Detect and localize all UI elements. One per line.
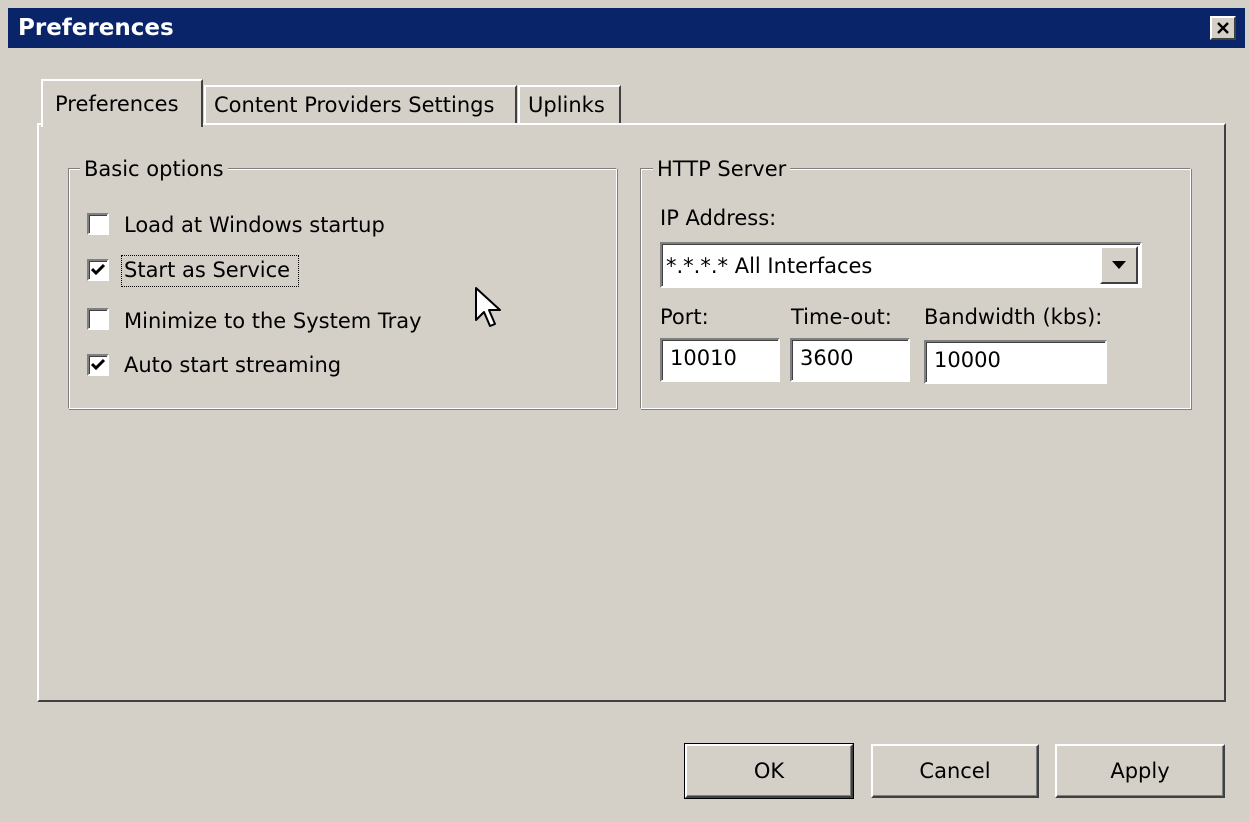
cancel-button[interactable]: Cancel bbox=[871, 744, 1039, 798]
tab-preferences[interactable]: Preferences bbox=[41, 79, 203, 127]
basic-options-legend: Basic options bbox=[80, 157, 228, 181]
bandwidth-label: Bandwidth (kbs): bbox=[924, 305, 1103, 329]
port-label: Port: bbox=[660, 305, 709, 329]
bandwidth-input[interactable]: 10000 bbox=[924, 340, 1107, 384]
http-server-legend: HTTP Server bbox=[653, 157, 791, 181]
mouse-cursor-icon bbox=[474, 286, 504, 337]
ip-address-select[interactable]: *.*.*.* All Interfaces bbox=[660, 242, 1142, 288]
port-value: 10010 bbox=[670, 346, 737, 370]
tab-label: Preferences bbox=[55, 92, 179, 116]
auto-start-streaming-checkbox[interactable] bbox=[87, 354, 109, 376]
chevron-down-icon bbox=[1112, 261, 1126, 269]
cancel-button-label: Cancel bbox=[919, 759, 991, 783]
ok-button[interactable]: OK bbox=[684, 743, 854, 799]
load-at-startup-checkbox[interactable] bbox=[87, 213, 109, 235]
start-as-service-checkbox[interactable] bbox=[87, 259, 109, 281]
close-button[interactable] bbox=[1210, 16, 1236, 40]
apply-button[interactable]: Apply bbox=[1055, 744, 1225, 798]
apply-button-label: Apply bbox=[1110, 759, 1170, 783]
timeout-input[interactable]: 3600 bbox=[790, 338, 910, 382]
tab-uplinks[interactable]: Uplinks bbox=[518, 85, 621, 125]
port-input[interactable]: 10010 bbox=[660, 338, 780, 382]
window-title: Preferences bbox=[18, 15, 174, 41]
title-bar bbox=[8, 8, 1245, 48]
checkmark-icon bbox=[91, 263, 105, 276]
tab-label: Content Providers Settings bbox=[214, 93, 495, 117]
start-as-service-label[interactable]: Start as Service bbox=[124, 258, 290, 282]
tab-label: Uplinks bbox=[528, 93, 605, 117]
ip-address-dropdown-button[interactable] bbox=[1100, 246, 1138, 284]
tab-content-providers-settings[interactable]: Content Providers Settings bbox=[204, 85, 517, 125]
ip-address-value: *.*.*.* All Interfaces bbox=[666, 254, 873, 278]
minimize-to-tray-checkbox[interactable] bbox=[87, 308, 109, 330]
ip-address-label: IP Address: bbox=[660, 206, 777, 230]
load-at-startup-label[interactable]: Load at Windows startup bbox=[124, 213, 385, 237]
bandwidth-value: 10000 bbox=[934, 348, 1001, 372]
checkmark-icon bbox=[91, 358, 105, 371]
timeout-label: Time-out: bbox=[791, 305, 892, 329]
minimize-to-tray-label[interactable]: Minimize to the System Tray bbox=[124, 309, 422, 333]
timeout-value: 3600 bbox=[800, 346, 854, 370]
auto-start-streaming-label[interactable]: Auto start streaming bbox=[124, 353, 341, 377]
close-icon bbox=[1217, 22, 1229, 34]
ok-button-label: OK bbox=[753, 759, 785, 783]
